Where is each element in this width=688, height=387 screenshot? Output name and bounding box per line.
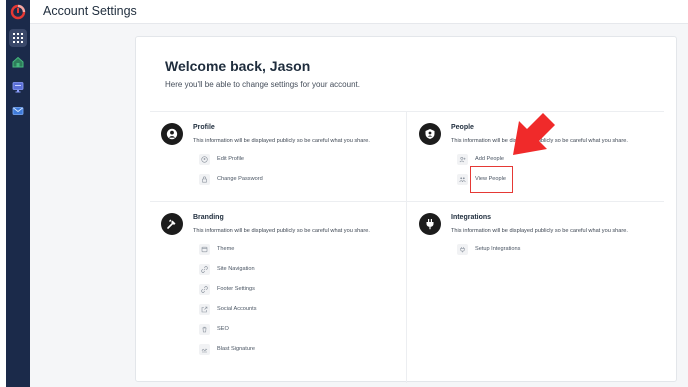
edit-profile-icon xyxy=(199,153,210,165)
mail-icon[interactable] xyxy=(9,102,27,120)
lock-icon xyxy=(199,173,210,185)
monitor-icon[interactable] xyxy=(9,78,27,96)
footer-settings-label: Footer Settings xyxy=(217,286,255,292)
seo-label: SEO xyxy=(217,326,229,332)
site-navigation-link[interactable]: Site Navigation xyxy=(199,263,255,275)
divider xyxy=(150,111,664,112)
add-people-label: Add People xyxy=(475,156,504,162)
social-accounts-label: Social Accounts xyxy=(217,306,257,312)
branding-description: This information will be displayed publi… xyxy=(193,228,370,234)
setup-integrations-label: Setup Integrations xyxy=(475,246,521,252)
welcome-subtitle: Here you'll be able to change settings f… xyxy=(165,80,360,89)
brand-logo-icon[interactable] xyxy=(10,4,26,20)
theme-link[interactable]: Theme xyxy=(199,243,234,255)
page-title: Account Settings xyxy=(43,4,137,18)
blast-signature-label: Blast Signature xyxy=(217,346,255,352)
blast-signature-link[interactable]: Blast Signature xyxy=(199,343,255,355)
people-title: People xyxy=(451,124,474,131)
top-bar: Account Settings xyxy=(30,0,688,24)
edit-profile-label: Edit Profile xyxy=(217,156,245,162)
integrations-description: This information will be displayed publi… xyxy=(451,228,628,234)
settings-card: Welcome back, Jason Here you'll be able … xyxy=(135,36,677,383)
welcome-heading: Welcome back, Jason xyxy=(165,58,311,74)
add-people-link[interactable]: Add People xyxy=(457,153,504,165)
home-icon[interactable] xyxy=(9,53,27,71)
users-icon xyxy=(457,173,468,185)
edit-profile-link[interactable]: Edit Profile xyxy=(199,153,244,165)
external-link-icon xyxy=(199,303,210,315)
link-icon xyxy=(199,263,210,275)
integrations-title: Integrations xyxy=(451,214,492,221)
link-icon xyxy=(199,283,210,295)
seo-link[interactable]: SEO xyxy=(199,323,229,335)
add-user-icon xyxy=(457,153,468,165)
setup-integrations-link[interactable]: Setup Integrations xyxy=(457,243,520,255)
change-password-link[interactable]: Change Password xyxy=(199,173,263,185)
site-navigation-label: Site Navigation xyxy=(217,266,255,272)
plug-icon xyxy=(457,243,468,255)
social-accounts-link[interactable]: Social Accounts xyxy=(199,303,257,315)
apps-grid-icon[interactable] xyxy=(9,29,27,47)
window-icon xyxy=(199,243,210,255)
footer-settings-link[interactable]: Footer Settings xyxy=(199,283,255,295)
pointer-arrow-icon xyxy=(513,113,555,155)
profile-title: Profile xyxy=(193,124,215,131)
theme-label: Theme xyxy=(217,246,235,252)
integrations-section-icon xyxy=(419,213,441,235)
divider xyxy=(150,201,664,202)
divider xyxy=(406,111,407,383)
profile-section-icon xyxy=(161,123,183,145)
change-password-label: Change Password xyxy=(217,176,263,182)
branding-section-icon xyxy=(161,213,183,235)
branding-title: Branding xyxy=(193,214,224,221)
people-section-icon xyxy=(419,123,441,145)
signature-icon xyxy=(199,343,210,355)
profile-description: This information will be displayed publi… xyxy=(193,138,370,144)
highlight-box xyxy=(470,166,513,193)
trash-icon xyxy=(199,323,210,335)
sidebar xyxy=(6,0,30,387)
